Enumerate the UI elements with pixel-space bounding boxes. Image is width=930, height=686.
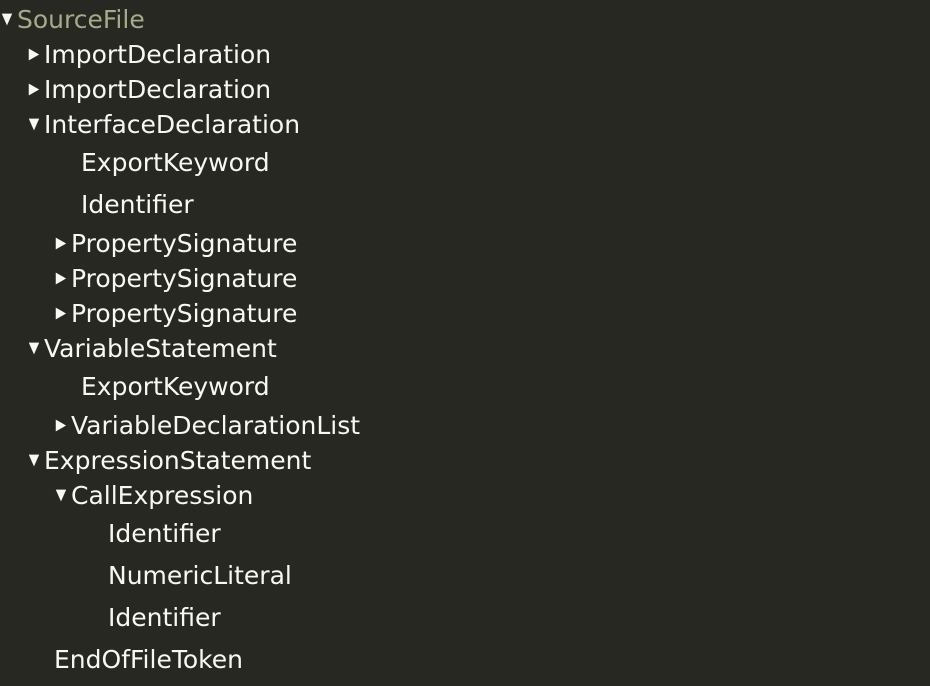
node-label: VariableDeclarationList xyxy=(71,411,361,440)
collapsed-triangle-icon[interactable]: ▶ xyxy=(56,298,70,330)
node-label: ImportDeclaration xyxy=(44,40,272,69)
tree-node-source-file[interactable]: ▼ SourceFile xyxy=(0,2,930,37)
tree-node-variable-declaration-list[interactable]: ▶ VariableDeclarationList xyxy=(0,408,930,443)
node-label: ImportDeclaration xyxy=(44,75,272,104)
tree-node-property-signature[interactable]: ▶ PropertySignature xyxy=(0,226,930,261)
node-label: VariableStatement xyxy=(44,334,277,363)
node-label: ExpressionStatement xyxy=(44,446,312,475)
collapsed-triangle-icon[interactable]: ▶ xyxy=(29,74,43,106)
tree-node-end-of-file-token: EndOfFileToken xyxy=(0,639,930,681)
tree-node-numeric-literal: NumericLiteral xyxy=(0,555,930,597)
node-label: EndOfFileToken xyxy=(54,645,243,674)
collapsed-triangle-icon[interactable]: ▶ xyxy=(29,39,43,71)
expanded-triangle-icon[interactable]: ▼ xyxy=(29,333,43,365)
collapsed-triangle-icon[interactable]: ▶ xyxy=(56,228,70,260)
collapsed-triangle-icon[interactable]: ▶ xyxy=(56,263,70,295)
expanded-triangle-icon[interactable]: ▼ xyxy=(29,445,43,477)
tree-node-identifier: Identifier xyxy=(0,513,930,555)
expanded-triangle-icon[interactable]: ▼ xyxy=(29,109,43,141)
tree-node-import-declaration[interactable]: ▶ ImportDeclaration xyxy=(0,37,930,72)
tree-node-identifier: Identifier xyxy=(0,597,930,639)
ast-tree-view: ▼ SourceFile ▶ ImportDeclaration ▶ ImportDecl… xyxy=(0,0,930,681)
tree-node-variable-statement[interactable]: ▼ VariableStatement xyxy=(0,331,930,366)
node-label: ExportKeyword xyxy=(81,372,270,401)
tree-node-call-expression[interactable]: ▼ CallExpression xyxy=(0,478,930,513)
node-label: Identifier xyxy=(108,603,221,632)
node-label: PropertySignature xyxy=(71,229,298,258)
node-label: Identifier xyxy=(108,519,221,548)
node-label: Identifier xyxy=(81,190,194,219)
node-label: PropertySignature xyxy=(71,264,298,293)
node-label: NumericLiteral xyxy=(108,561,292,590)
tree-node-expression-statement[interactable]: ▼ ExpressionStatement xyxy=(0,443,930,478)
expanded-triangle-icon[interactable]: ▼ xyxy=(2,4,16,36)
node-label: InterfaceDeclaration xyxy=(44,110,301,139)
tree-node-property-signature[interactable]: ▶ PropertySignature xyxy=(0,296,930,331)
node-label: ExportKeyword xyxy=(81,148,270,177)
tree-node-identifier: Identifier xyxy=(0,184,930,226)
node-label: SourceFile xyxy=(17,5,145,34)
tree-node-export-keyword: ExportKeyword xyxy=(0,366,930,408)
expanded-triangle-icon[interactable]: ▼ xyxy=(56,480,70,512)
tree-node-export-keyword: ExportKeyword xyxy=(0,142,930,184)
tree-node-interface-declaration[interactable]: ▼ InterfaceDeclaration xyxy=(0,107,930,142)
tree-node-import-declaration[interactable]: ▶ ImportDeclaration xyxy=(0,72,930,107)
node-label: CallExpression xyxy=(71,481,254,510)
node-label: PropertySignature xyxy=(71,299,298,328)
collapsed-triangle-icon[interactable]: ▶ xyxy=(56,410,70,442)
tree-node-property-signature[interactable]: ▶ PropertySignature xyxy=(0,261,930,296)
